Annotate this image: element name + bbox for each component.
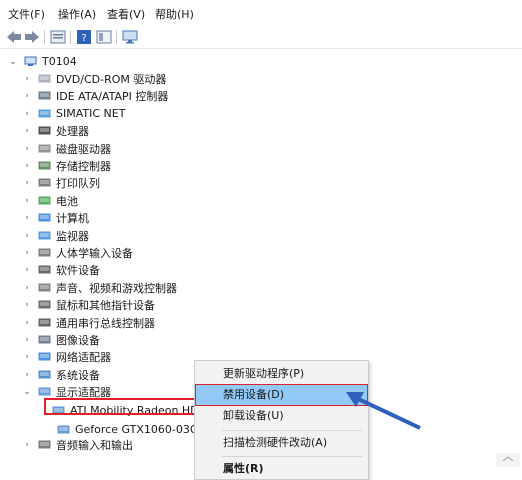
scrollbar-corner[interactable] xyxy=(494,449,522,469)
arrow-shaft xyxy=(351,394,421,430)
annotation-arrow xyxy=(346,392,421,430)
